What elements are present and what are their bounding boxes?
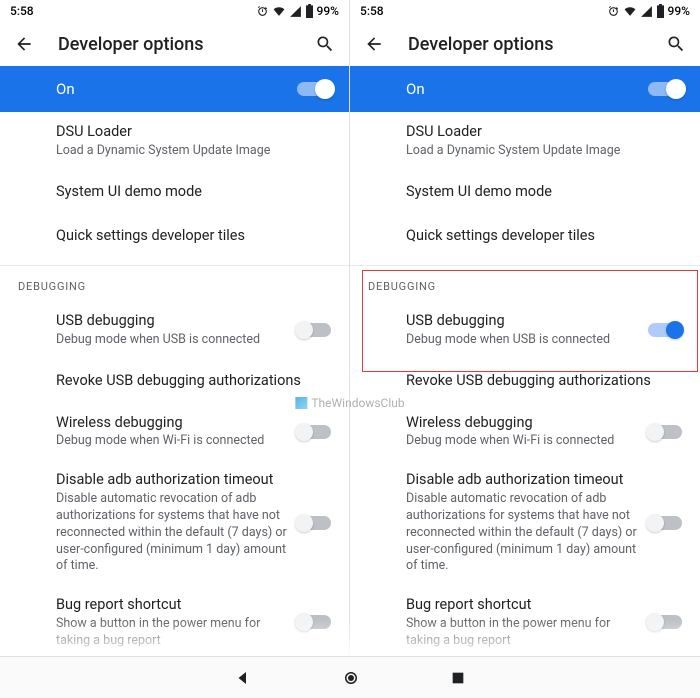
- battery-pct: 99%: [317, 4, 339, 18]
- alarm-icon: [607, 5, 620, 18]
- right-screenshot: 5:58 99% Developer options On DSU Loader…: [350, 0, 700, 698]
- status-bar: 5:58 99%: [0, 0, 349, 22]
- signal-icon: [640, 5, 653, 18]
- status-bar: 5:58 99%: [350, 0, 700, 22]
- item-bug-report[interactable]: Bug report shortcutShow a button in the …: [350, 585, 700, 659]
- bug-report-toggle[interactable]: [648, 615, 682, 629]
- section-debugging: DEBUGGING: [0, 265, 349, 301]
- master-toggle-label: On: [56, 80, 75, 98]
- item-system-ui-demo[interactable]: System UI demo mode: [350, 169, 700, 213]
- master-toggle-row[interactable]: On: [350, 66, 700, 112]
- item-system-ui-demo[interactable]: System UI demo mode: [0, 169, 349, 213]
- item-usb-debugging[interactable]: USB debuggingDebug mode when USB is conn…: [0, 301, 349, 358]
- signal-icon: [289, 5, 302, 18]
- page-title: Developer options: [58, 34, 291, 55]
- back-icon[interactable]: [364, 34, 384, 54]
- battery-icon: [305, 4, 314, 18]
- page-title: Developer options: [408, 34, 642, 55]
- left-screenshot: 5:58 99% Developer options On DSU Loader…: [0, 0, 350, 698]
- back-icon[interactable]: [14, 34, 34, 54]
- battery-pct: 99%: [668, 4, 690, 18]
- section-debugging: DEBUGGING: [350, 265, 700, 301]
- item-dsu-loader[interactable]: DSU LoaderLoad a Dynamic System Update I…: [0, 112, 349, 169]
- adb-timeout-toggle[interactable]: [648, 516, 682, 530]
- master-toggle[interactable]: [297, 82, 331, 96]
- wireless-debugging-toggle[interactable]: [297, 425, 331, 439]
- item-quick-settings-tiles[interactable]: Quick settings developer tiles: [350, 213, 700, 257]
- item-wireless-debugging[interactable]: Wireless debuggingDebug mode when Wi-Fi …: [350, 403, 700, 460]
- watermark: TheWindowsClub: [295, 396, 404, 410]
- search-icon[interactable]: [315, 34, 335, 54]
- status-time: 5:58: [360, 4, 384, 18]
- master-toggle[interactable]: [648, 82, 682, 96]
- search-icon[interactable]: [666, 34, 686, 54]
- bug-report-toggle[interactable]: [297, 615, 331, 629]
- usb-debugging-toggle[interactable]: [648, 323, 682, 337]
- status-time: 5:58: [10, 4, 34, 18]
- master-toggle-label: On: [406, 80, 425, 98]
- app-bar: Developer options: [0, 22, 349, 66]
- home-navkey[interactable]: [342, 669, 360, 687]
- recents-navkey[interactable]: [450, 670, 466, 686]
- item-usb-debugging[interactable]: USB debuggingDebug mode when USB is conn…: [350, 301, 700, 358]
- item-bug-report[interactable]: Bug report shortcutShow a button in the …: [0, 585, 349, 659]
- app-bar: Developer options: [350, 22, 700, 66]
- wifi-icon: [623, 5, 637, 18]
- back-navkey[interactable]: [234, 669, 252, 687]
- item-wireless-debugging[interactable]: Wireless debuggingDebug mode when Wi-Fi …: [0, 403, 349, 460]
- master-toggle-row[interactable]: On: [0, 66, 349, 112]
- item-adb-timeout[interactable]: Disable adb authorization timeoutDisable…: [0, 460, 349, 585]
- item-quick-settings-tiles[interactable]: Quick settings developer tiles: [0, 213, 349, 257]
- usb-debugging-toggle[interactable]: [297, 323, 331, 337]
- alarm-icon: [256, 5, 269, 18]
- item-adb-timeout[interactable]: Disable adb authorization timeoutDisable…: [350, 460, 700, 585]
- android-navbar: [0, 656, 700, 698]
- wifi-icon: [272, 5, 286, 18]
- wireless-debugging-toggle[interactable]: [648, 425, 682, 439]
- adb-timeout-toggle[interactable]: [297, 516, 331, 530]
- item-dsu-loader[interactable]: DSU LoaderLoad a Dynamic System Update I…: [350, 112, 700, 169]
- battery-icon: [656, 4, 665, 18]
